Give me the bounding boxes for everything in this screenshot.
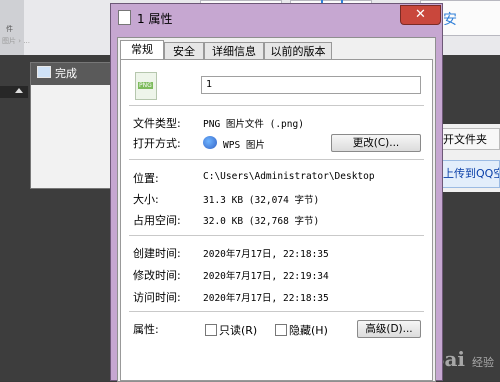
title-bar[interactable]: 1 属性 ✕ [111, 4, 442, 32]
change-button[interactable]: 更改(C)... [331, 134, 421, 152]
window-icon [37, 66, 51, 78]
file-type-value: PNG 图片文件 (.png) [203, 119, 304, 130]
background-tile-text: 安 [443, 12, 457, 28]
background-left-text: 件 [6, 25, 13, 33]
tab-details[interactable]: 详细信息 [204, 42, 264, 60]
accessed-value: 2020年7月17日, 22:18:35 [203, 293, 329, 304]
location-label: 位置: [133, 172, 159, 185]
location-value: C:\Users\Administrator\Desktop [203, 171, 375, 182]
modified-label: 修改时间: [133, 269, 181, 282]
accessed-label: 访问时间: [133, 291, 181, 304]
readonly-label[interactable]: 只读(R) [219, 322, 257, 338]
created-label: 创建时间: [133, 247, 181, 260]
dialog-title: 1 属性 [137, 12, 173, 26]
open-folder-button[interactable]: 开文件夹 [436, 128, 500, 150]
divider [129, 235, 424, 236]
size-value: 31.3 KB (32,074 字节) [203, 195, 320, 206]
tab-security[interactable]: 安全 [164, 42, 204, 60]
size-on-disk-value: 32.0 KB (32,768 字节) [203, 216, 320, 227]
size-on-disk-label: 占用空间: [133, 214, 181, 227]
properties-dialog: 1 属性 ✕ 常规 安全 详细信息 以前的版本 PNG 1 文件类型: PNG … [110, 3, 443, 382]
divider [129, 159, 424, 160]
close-button[interactable]: ✕ [400, 5, 441, 25]
png-file-icon: PNG [135, 72, 157, 100]
created-value: 2020年7月17日, 22:18:35 [203, 249, 329, 260]
hidden-label[interactable]: 隐藏(H) [289, 322, 328, 338]
done-window: 完成 [30, 62, 122, 189]
done-window-title: 完成 [31, 63, 121, 85]
readonly-checkbox[interactable] [205, 324, 217, 336]
divider [129, 311, 424, 312]
open-with-value: WPS 图片 [223, 140, 265, 151]
open-with-label: 打开方式: [133, 137, 181, 150]
filename-input[interactable]: 1 [201, 76, 421, 94]
file-icon [118, 10, 131, 25]
tab-previous-versions[interactable]: 以前的版本 [264, 42, 332, 60]
wps-icon [203, 136, 217, 149]
divider [129, 105, 424, 106]
advanced-button[interactable]: 高级(D)... [357, 320, 421, 338]
dialog-client: 常规 安全 详细信息 以前的版本 PNG 1 文件类型: PNG 图片文件 (.… [117, 37, 436, 382]
attributes-label: 属性: [133, 323, 159, 336]
collapse-arrow-icon[interactable] [0, 86, 28, 98]
general-panel: PNG 1 文件类型: PNG 图片文件 (.png) 打开方式: WPS 图片… [120, 59, 433, 381]
background-path: 图片 › ... [2, 37, 30, 45]
modified-value: 2020年7月17日, 22:19:34 [203, 271, 329, 282]
upload-qq-button[interactable]: 上传到QQ空 [436, 160, 500, 188]
size-label: 大小: [133, 193, 159, 206]
tab-general[interactable]: 常规 [120, 40, 164, 61]
background-left-column: 件 [0, 0, 24, 55]
background-actions: 开文件夹 上传到QQ空 [436, 124, 500, 192]
hidden-checkbox[interactable] [275, 324, 287, 336]
file-type-label: 文件类型: [133, 117, 181, 130]
